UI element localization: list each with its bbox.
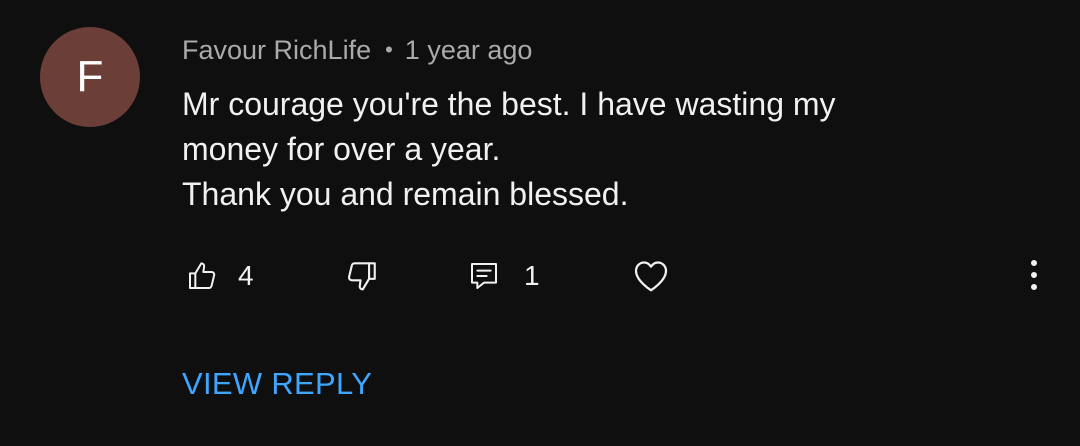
comment-text-line: money for over a year.: [182, 131, 501, 167]
comment-text: Mr courage you're the best. I have wasti…: [182, 82, 1022, 217]
comment-item: F Favour RichLife • 1 year ago Mr courag…: [0, 0, 1080, 446]
like-button[interactable]: 4: [186, 250, 254, 302]
comment-header: Favour RichLife • 1 year ago: [182, 32, 532, 68]
heart-icon: [634, 261, 668, 292]
comment-icon: [471, 263, 497, 289]
more-vertical-icon: [1031, 260, 1037, 290]
meta-separator: •: [385, 37, 393, 62]
reply-count: 1: [524, 260, 540, 291]
view-reply-button[interactable]: VIEW REPLY: [182, 366, 372, 402]
like-count: 4: [238, 260, 254, 291]
comment-text-line: Thank you and remain blessed.: [182, 176, 629, 212]
comment-timestamp[interactable]: 1 year ago: [405, 35, 533, 66]
comment-text-line: Mr courage you're the best. I have wasti…: [182, 86, 836, 122]
thumbs-down-icon: [347, 262, 376, 291]
dislike-button[interactable]: [345, 250, 379, 302]
heart-button[interactable]: [633, 250, 669, 302]
author-name[interactable]: Favour RichLife: [182, 35, 371, 66]
more-options-button[interactable]: [1022, 250, 1046, 302]
thumbs-up-icon: [189, 262, 216, 289]
reply-button[interactable]: 1: [468, 250, 540, 302]
comment-actions: 4 1: [0, 250, 1080, 302]
avatar-initial: F: [76, 52, 104, 101]
avatar[interactable]: F: [40, 27, 140, 127]
